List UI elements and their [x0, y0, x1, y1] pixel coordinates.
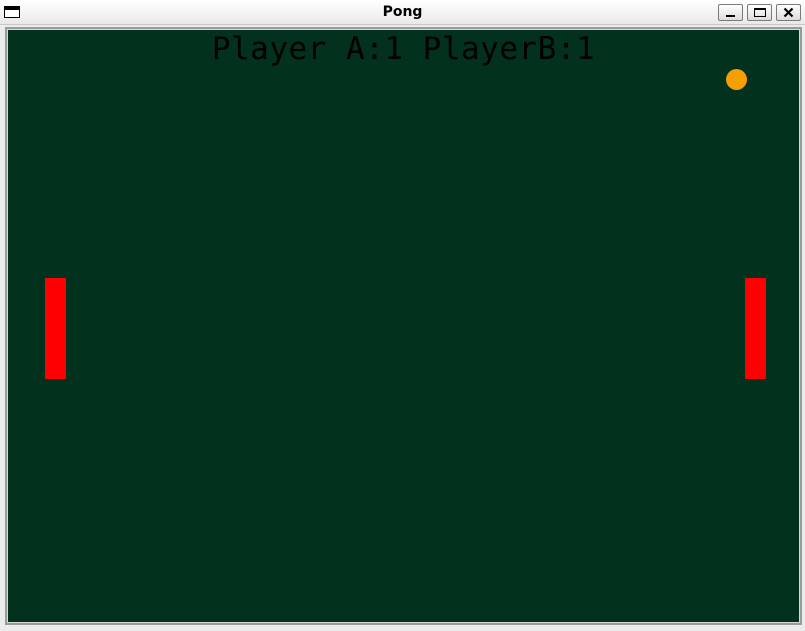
window-menu-icon[interactable]: [4, 6, 20, 18]
minimize-icon: [726, 14, 735, 17]
game-court[interactable]: Player A:1 PlayerB:1: [5, 27, 802, 625]
close-button[interactable]: [776, 4, 801, 21]
maximize-icon: [753, 8, 766, 17]
court-border: [7, 29, 800, 623]
title-bar[interactable]: Pong: [0, 0, 805, 25]
window-title: Pong: [382, 4, 423, 20]
minimize-button[interactable]: [718, 4, 743, 21]
close-icon: [783, 7, 794, 18]
score-display: Player A:1 PlayerB:1: [211, 31, 596, 67]
ball: [726, 69, 747, 90]
maximize-button[interactable]: [747, 4, 772, 21]
left-paddle: [45, 278, 66, 379]
right-paddle: [745, 278, 766, 379]
pong-window: Pong Player A:1 PlayerB:1: [0, 0, 805, 631]
